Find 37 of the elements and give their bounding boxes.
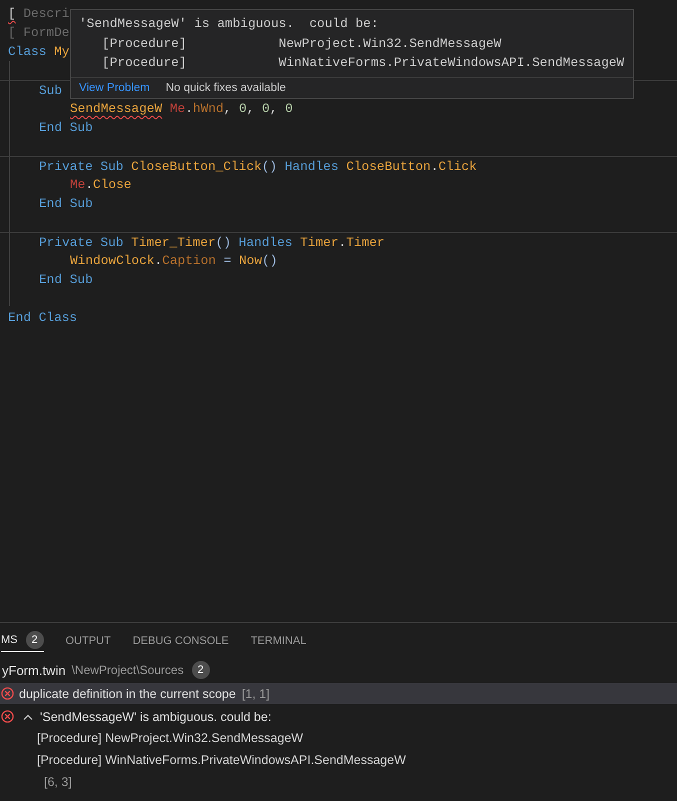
hover-message: [Procedure] WinNativeForms.PrivateWindowsAPI.SendMessageW [101, 54, 625, 72]
count-badge: 2 [26, 631, 44, 649]
panel-tab[interactable]: MS 2 [1, 628, 44, 652]
hover-message: [Procedure] NewProject.Win32.SendMessageW [101, 34, 502, 52]
problem-detail: [Procedure] WinNativeForms.PrivateWindowsAPI.SendMessageW [37, 753, 406, 767]
code-line: [ Descri [8, 6, 70, 21]
panel-tab[interactable]: OUTPUT [66, 628, 111, 652]
error-icon [1, 687, 14, 700]
hover-message: 'SendMessageW' is ambiguous. could be: [79, 15, 380, 33]
problem-message: 'SendMessageW' is ambiguous. could be: [40, 710, 272, 724]
code-line: Private Sub CloseButton_Click() Handles CloseButton.Click [39, 159, 477, 174]
code-line: End Class [8, 310, 78, 325]
view-problem-link[interactable]: View Problem [79, 82, 150, 94]
chevron-up-icon[interactable] [23, 714, 33, 720]
problem-row[interactable]: 'SendMessageW' is ambiguous. could be: [0, 706, 677, 727]
error-icon [1, 710, 14, 723]
file-name: yForm.twin [2, 662, 66, 678]
code-line: End Sub [39, 120, 93, 135]
problem-row[interactable]: duplicate definition in the current scope [1, 1] [0, 683, 677, 704]
hover-note: No quick fixes available [166, 82, 286, 94]
code-line: Private Sub Timer_Timer() Handles Timer.Timer [39, 235, 385, 250]
code-line: WindowClock.Caption = Now() [70, 253, 278, 268]
panel-tab[interactable]: TERMINAL [250, 628, 306, 652]
code-line: End Sub [39, 272, 93, 287]
panel-tab[interactable]: DEBUG CONSOLE [132, 628, 229, 652]
code-line: [ FormDe [8, 25, 70, 40]
code-line: End Sub [39, 196, 93, 211]
count-badge: 2 [192, 661, 210, 679]
code-line: Me.Close [70, 177, 132, 192]
code-line: SendMessageW Me.hWnd, 0, 0, 0 [70, 101, 293, 116]
file-path: \NewProject\Sources [72, 663, 184, 677]
problem-location: [6, 3] [44, 775, 72, 789]
problem-detail: [Procedure] NewProject.Win32.SendMessageW [37, 731, 304, 745]
problem-message: duplicate definition in the current scope [19, 686, 236, 700]
code-line: Class My [8, 44, 70, 59]
problem-location: [1, 1] [242, 686, 270, 700]
code-line: Sub [39, 83, 62, 98]
